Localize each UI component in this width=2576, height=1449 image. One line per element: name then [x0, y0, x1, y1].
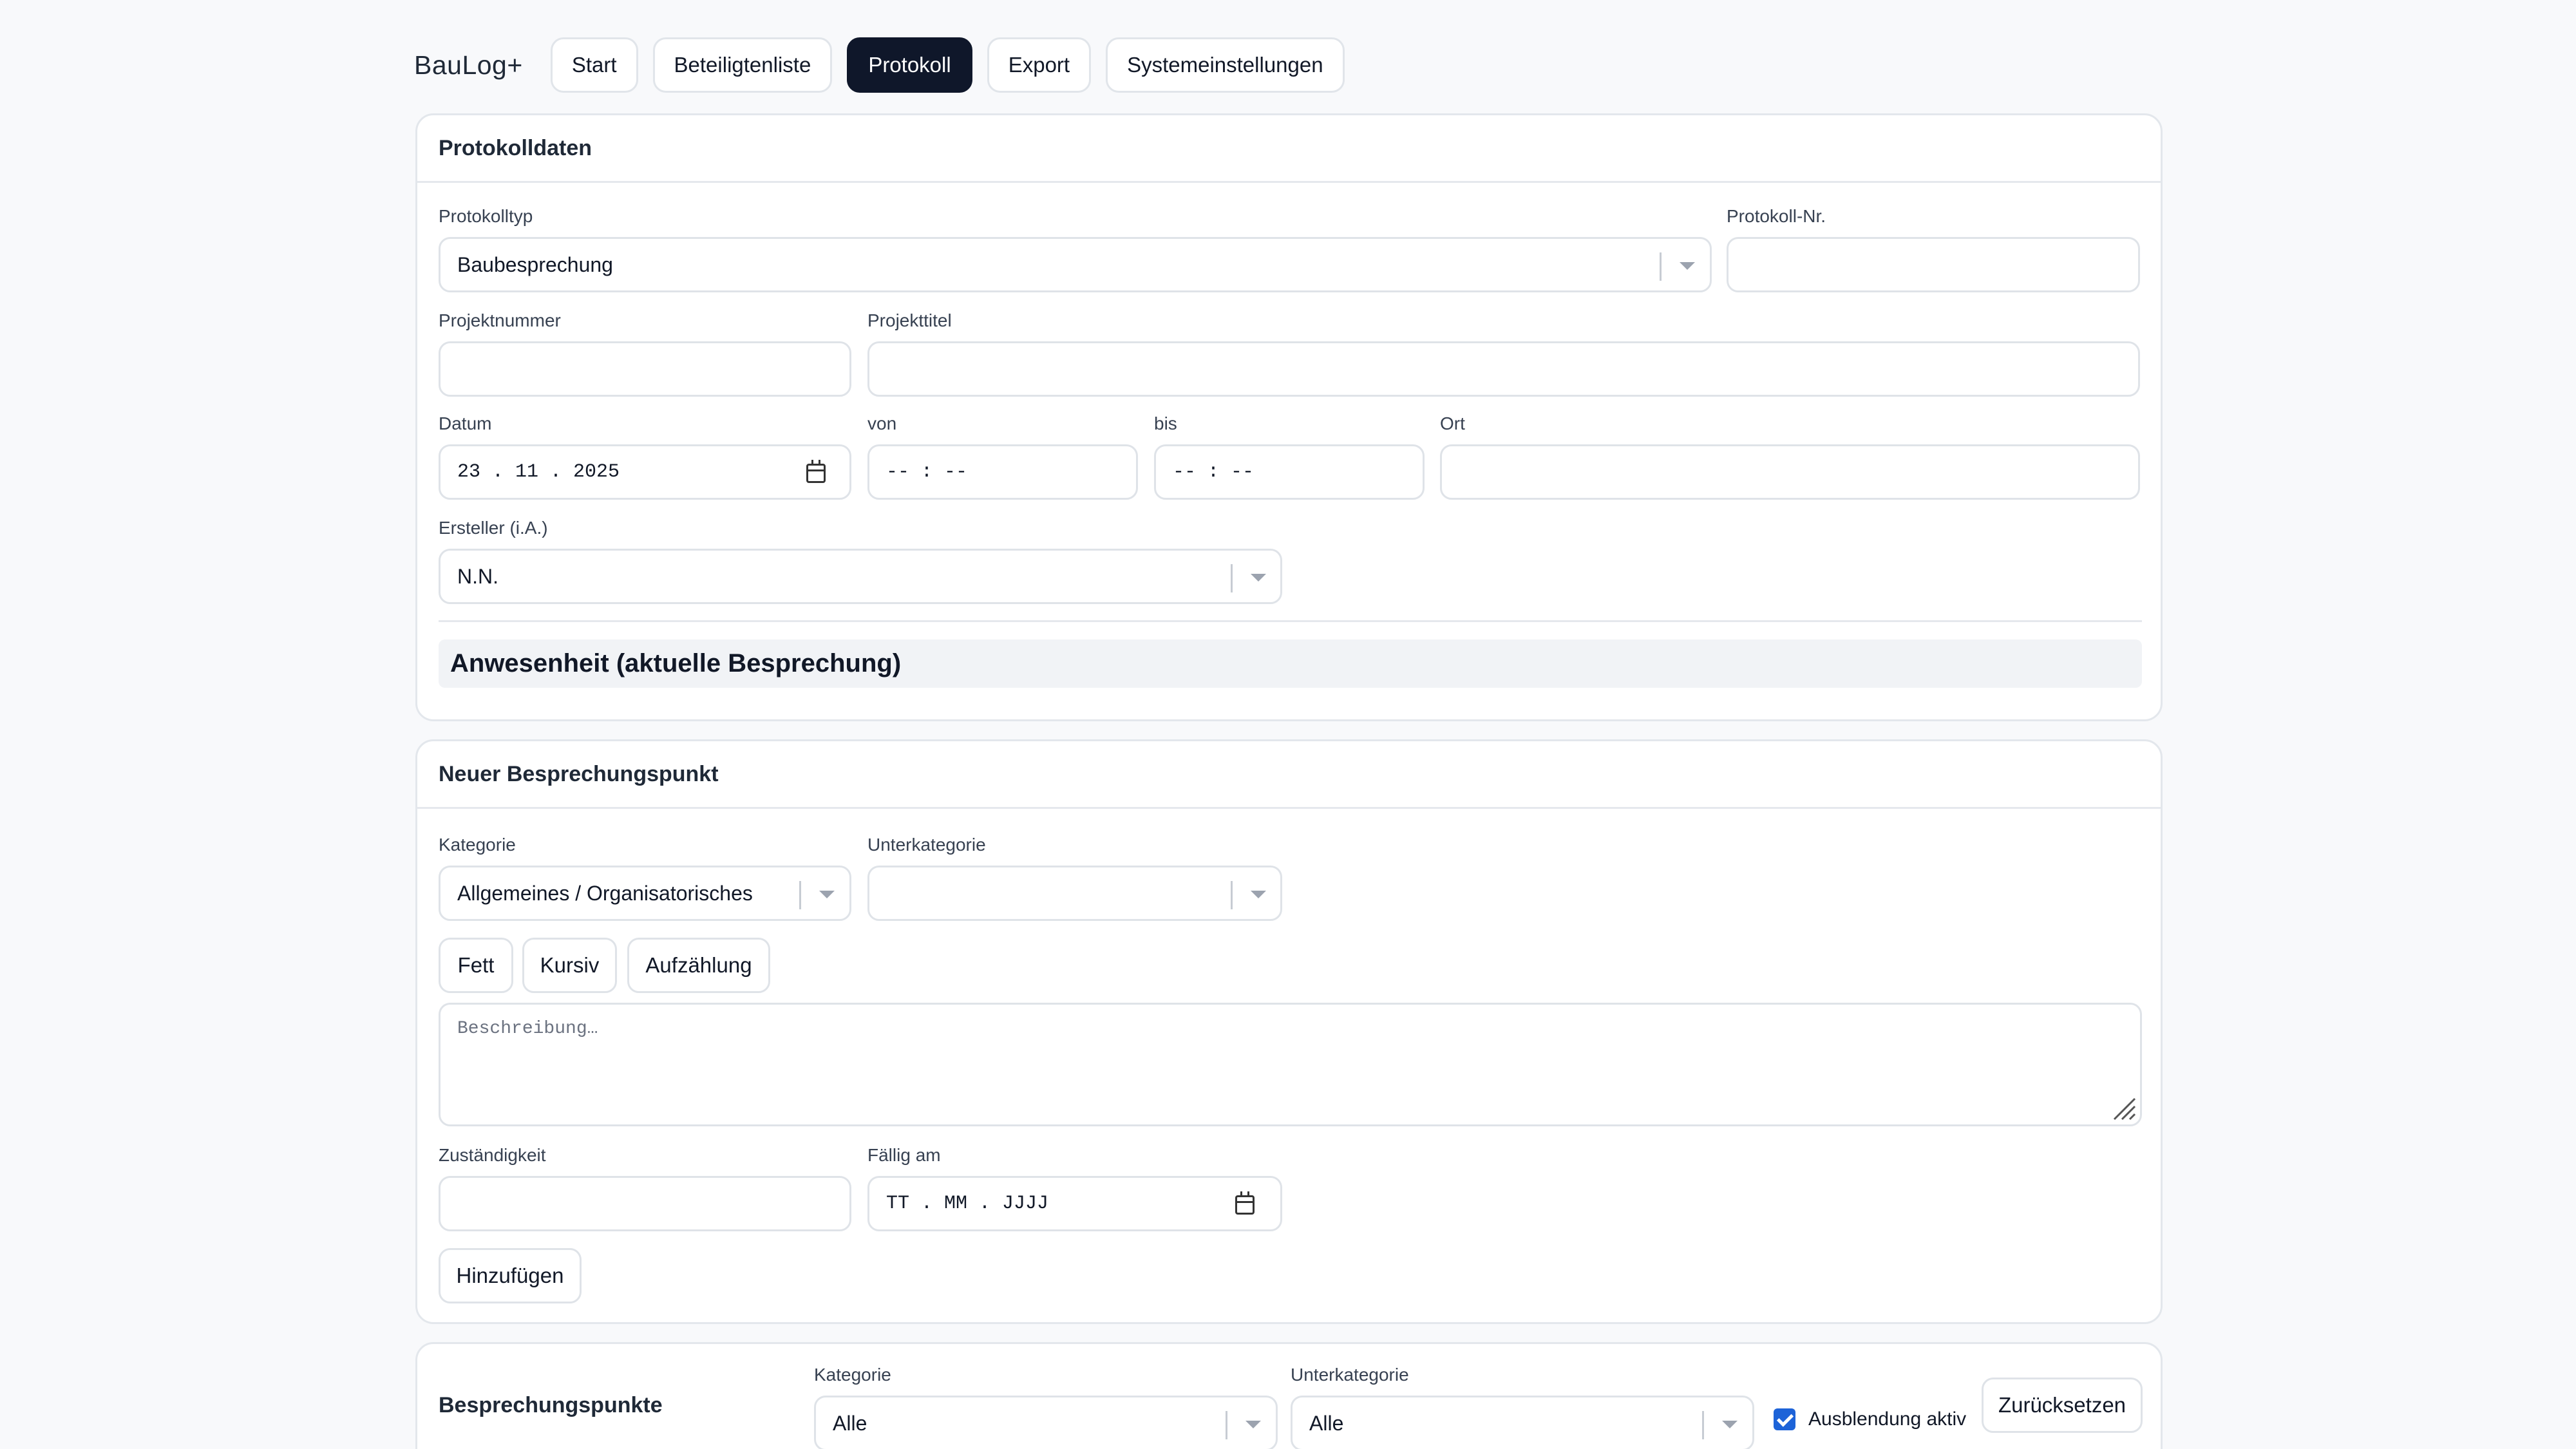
chevron-down-icon — [1251, 891, 1266, 898]
unterkategorie-label: Unterkategorie — [867, 835, 986, 855]
datum-value: 23 . 11 . 2025 — [457, 461, 620, 483]
top-navigation: BauLog+ Start Beteiligtenliste Protokoll… — [414, 37, 1359, 93]
tab-export[interactable]: Export — [987, 37, 1092, 93]
tab-beteiligtenliste[interactable]: Beteiligtenliste — [652, 37, 833, 93]
datum-label: Datum — [439, 413, 492, 433]
protokoll-nr-input[interactable] — [1727, 237, 2140, 292]
beschreibung-textarea[interactable]: Beschreibung… — [439, 1003, 2142, 1126]
zustaendigkeit-input[interactable] — [439, 1176, 851, 1231]
select-divider — [799, 881, 801, 909]
bis-value: -- : -- — [1173, 461, 1255, 483]
ausblendung-label: Ausblendung aktiv — [1808, 1408, 1967, 1430]
divider — [439, 620, 2142, 622]
calendar-icon[interactable] — [1235, 1191, 1255, 1215]
neuer-besprechungspunkt-title: Neuer Besprechungspunkt — [417, 741, 2161, 809]
select-divider — [1231, 564, 1233, 592]
app-brand: BauLog+ — [414, 50, 523, 80]
chevron-down-icon — [1722, 1421, 1738, 1428]
chevron-down-icon — [1245, 1421, 1261, 1428]
add-item-button[interactable]: Hinzufügen — [439, 1248, 582, 1303]
filter-unterkategorie-select[interactable]: Alle — [1291, 1396, 1754, 1449]
unterkategorie-select[interactable] — [867, 866, 1282, 921]
select-divider — [1702, 1411, 1704, 1439]
protokolldaten-card: Protokolldaten Protokolltyp Baubesprechu… — [415, 113, 2163, 721]
beschreibung-placeholder: Beschreibung… — [457, 1019, 598, 1039]
projekttitel-input[interactable] — [867, 341, 2140, 397]
projekttitel-label: Projekttitel — [867, 310, 952, 330]
von-label: von — [867, 413, 897, 433]
besprechungspunkte-card: Besprechungspunkte Kategorie Alle Unterk… — [415, 1342, 2163, 1449]
von-time-input[interactable]: -- : -- — [867, 444, 1138, 500]
chevron-down-icon — [1251, 574, 1266, 582]
kategorie-select[interactable]: Allgemeines / Organisatorisches — [439, 866, 851, 921]
projektnummer-label: Projektnummer — [439, 310, 561, 330]
faellig-label: Fällig am — [867, 1145, 941, 1165]
faellig-value: TT . MM . JJJJ — [886, 1193, 1049, 1215]
kategorie-value: Allgemeines / Organisatorisches — [457, 882, 753, 905]
list-button[interactable]: Aufzählung — [627, 938, 770, 993]
select-divider — [1226, 1411, 1227, 1439]
ersteller-select[interactable]: N.N. — [439, 549, 1282, 604]
datum-input[interactable]: 23 . 11 . 2025 — [439, 444, 851, 500]
faellig-date-input[interactable]: TT . MM . JJJJ — [867, 1176, 1282, 1231]
filter-kategorie-label: Kategorie — [814, 1365, 891, 1385]
neuer-besprechungspunkt-card: Neuer Besprechungspunkt Kategorie Allgem… — [415, 739, 2163, 1324]
bis-label: bis — [1154, 413, 1177, 433]
filter-unterkategorie-label: Unterkategorie — [1291, 1365, 1409, 1385]
protokolltyp-select[interactable]: Baubesprechung — [439, 237, 1712, 292]
chevron-down-icon — [1680, 262, 1695, 270]
select-divider — [1231, 881, 1233, 909]
besprechungspunkte-title: Besprechungspunkte — [439, 1393, 663, 1417]
tab-systemeinstellungen[interactable]: Systemeinstellungen — [1106, 37, 1345, 93]
resize-handle-icon[interactable] — [2110, 1095, 2136, 1121]
protokolltyp-label: Protokolltyp — [439, 206, 533, 226]
filter-unterkategorie-value: Alle — [1309, 1412, 1344, 1435]
ersteller-value: N.N. — [457, 565, 498, 588]
protokolldaten-title: Protokolldaten — [417, 115, 2161, 183]
calendar-icon[interactable] — [806, 460, 826, 483]
filter-kategorie-select[interactable]: Alle — [814, 1396, 1278, 1449]
zustaendigkeit-label: Zuständigkeit — [439, 1145, 546, 1165]
kategorie-label: Kategorie — [439, 835, 516, 855]
bis-time-input[interactable]: -- : -- — [1154, 444, 1425, 500]
anwesenheit-heading: Anwesenheit (aktuelle Besprechung) — [439, 639, 2142, 688]
tab-start[interactable]: Start — [550, 37, 638, 93]
von-value: -- : -- — [886, 461, 968, 483]
ausblendung-checkbox[interactable] — [1774, 1408, 1795, 1430]
italic-button[interactable]: Kursiv — [522, 938, 617, 993]
select-divider — [1660, 252, 1662, 281]
tab-protokoll[interactable]: Protokoll — [847, 37, 972, 93]
protokolltyp-value: Baubesprechung — [457, 253, 613, 276]
ort-input[interactable] — [1440, 444, 2140, 500]
ersteller-label: Ersteller (i.A.) — [439, 518, 548, 538]
bold-button[interactable]: Fett — [439, 938, 513, 993]
projektnummer-input[interactable] — [439, 341, 851, 397]
chevron-down-icon — [819, 891, 835, 898]
protokoll-nr-label: Protokoll-Nr. — [1727, 206, 1826, 226]
reset-button[interactable]: Zurücksetzen — [1982, 1378, 2143, 1433]
ort-label: Ort — [1440, 413, 1465, 433]
filter-kategorie-value: Alle — [833, 1412, 867, 1435]
